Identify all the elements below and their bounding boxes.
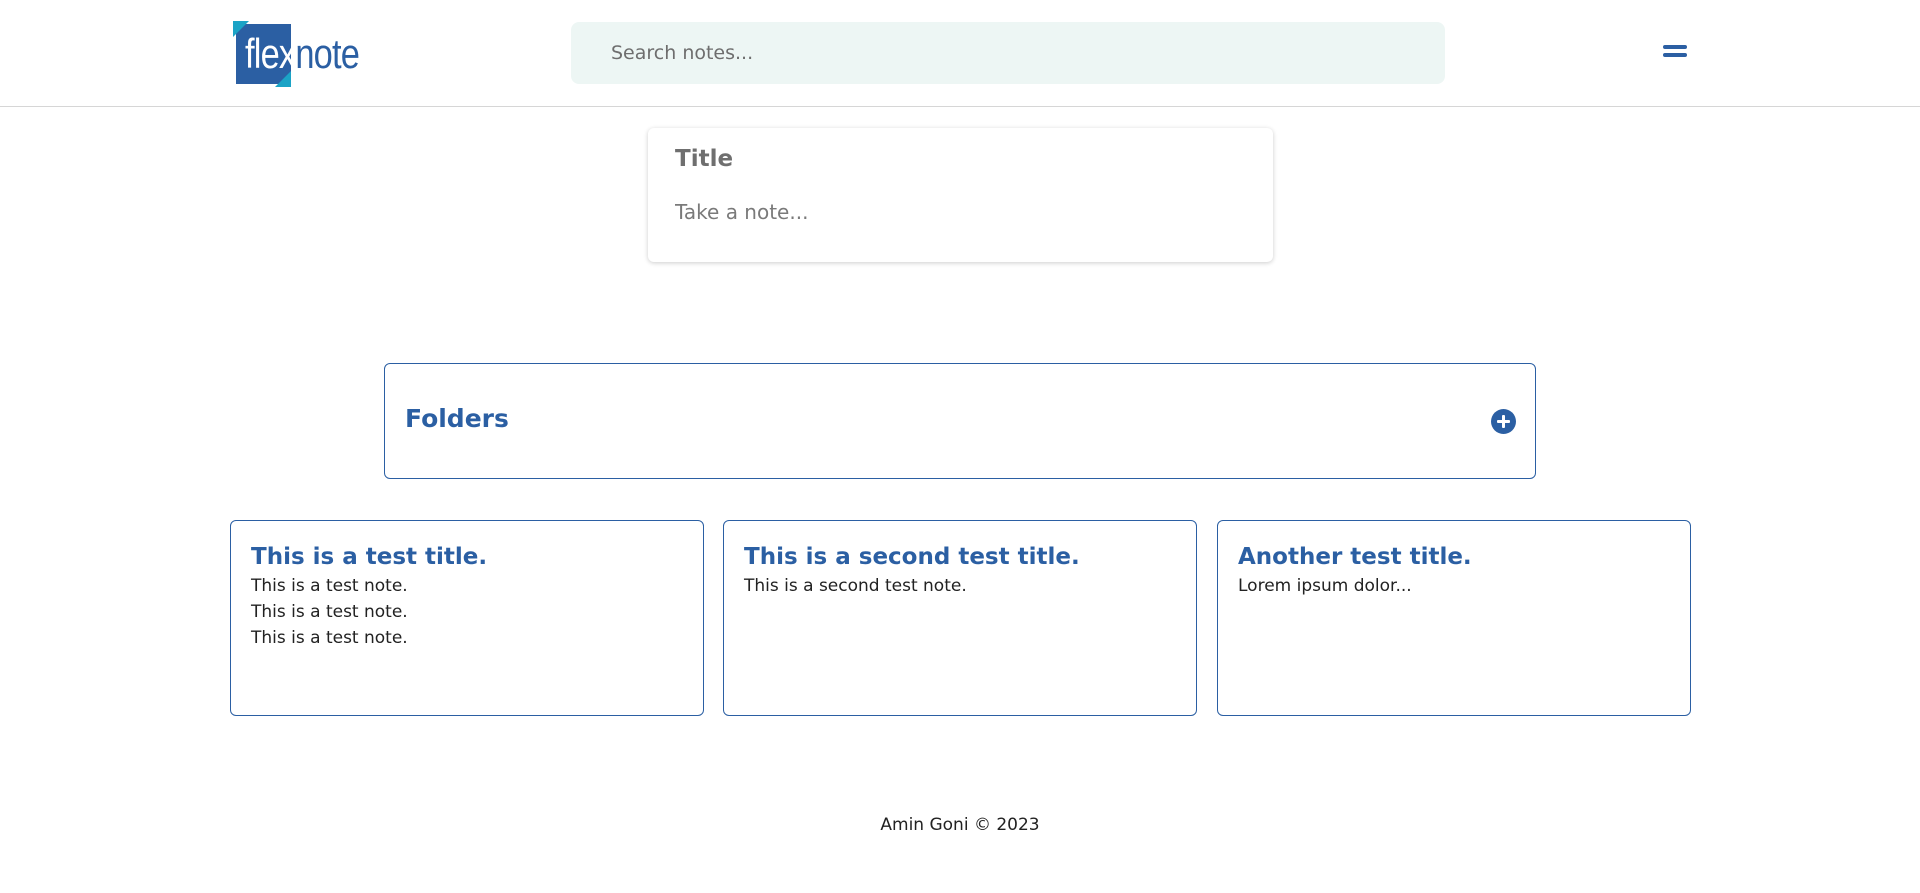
menu-line xyxy=(1663,53,1687,57)
flexnote-logo[interactable]: flexnote xyxy=(233,21,360,87)
app-header: flexnote xyxy=(0,0,1920,107)
note-composer xyxy=(648,128,1273,262)
note-card[interactable]: Another test title. Lorem ipsum dolor... xyxy=(1217,520,1691,716)
note-card[interactable]: This is a second test title. This is a s… xyxy=(723,520,1197,716)
logo-text-flex: flex xyxy=(245,30,296,77)
search-input[interactable] xyxy=(611,42,1445,64)
folders-panel[interactable]: Folders xyxy=(384,363,1536,479)
note-body-input[interactable] xyxy=(675,200,1245,224)
note-card-title: This is a second test title. xyxy=(744,544,1080,570)
folders-title: Folders xyxy=(405,404,509,433)
note-card[interactable]: This is a test title. This is a test not… xyxy=(230,520,704,716)
note-card-line: Lorem ipsum dolor... xyxy=(1238,576,1412,596)
note-card-line: This is a test note. xyxy=(251,628,408,648)
note-title-input[interactable] xyxy=(675,146,1245,172)
search-bar xyxy=(571,22,1445,84)
note-card-title: This is a test title. xyxy=(251,544,488,570)
logo-text-note: note xyxy=(295,30,360,77)
add-folder-icon[interactable] xyxy=(1491,409,1516,434)
menu-line xyxy=(1663,45,1687,49)
footer-copyright: Amin Goni © 2023 xyxy=(880,815,1040,835)
note-card-line: This is a second test note. xyxy=(744,576,967,596)
note-card-line: This is a test note. xyxy=(251,602,408,622)
hamburger-menu-icon[interactable] xyxy=(1663,43,1687,59)
note-card-title: Another test title. xyxy=(1238,544,1472,570)
note-card-line: This is a test note. xyxy=(251,576,408,596)
logo-text: flexnote xyxy=(245,29,360,79)
